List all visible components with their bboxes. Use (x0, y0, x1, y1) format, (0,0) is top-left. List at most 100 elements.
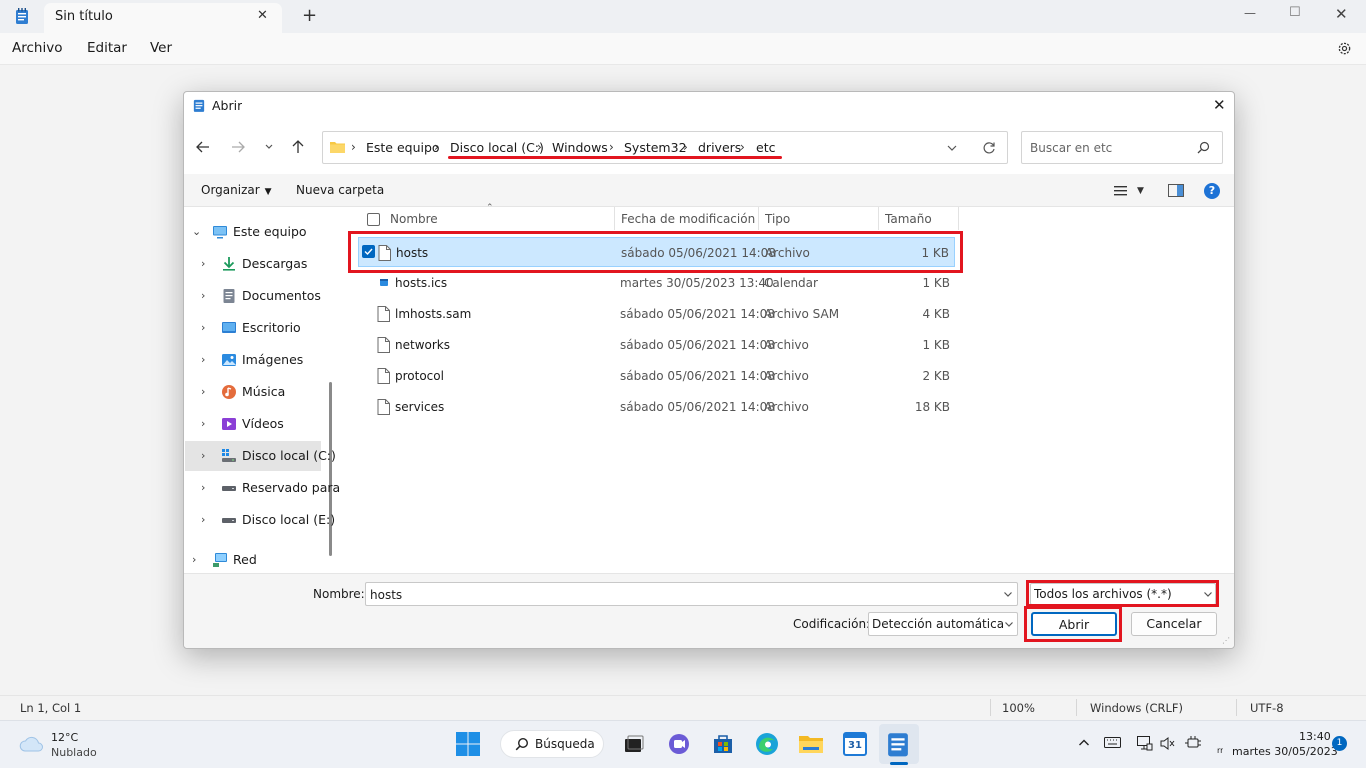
breadcrumb-etc[interactable]: etc (756, 140, 775, 155)
expand-chevron-icon[interactable]: › (201, 257, 205, 270)
organize-button[interactable]: Organizar ▼ (201, 183, 272, 197)
column-header-tipo[interactable]: Tipo (765, 212, 790, 226)
nav-item-documentos[interactable]: › Documentos (185, 281, 321, 311)
address-dropdown-chevron-icon[interactable] (946, 144, 958, 152)
cancel-button[interactable]: Cancelar (1131, 612, 1217, 636)
view-options-icon[interactable] (1114, 185, 1128, 197)
nav-item-este-equipo[interactable]: ⌄ Este equipo (185, 217, 321, 247)
up-arrow-icon[interactable] (290, 139, 306, 155)
clock-date[interactable]: martes 30/05/2023 (1232, 745, 1338, 758)
menu-editar[interactable]: Editar (87, 40, 127, 56)
minimize-button[interactable]: — (1244, 6, 1256, 20)
notepad-taskbar-icon[interactable] (885, 729, 913, 759)
expand-chevron-icon[interactable]: › (201, 289, 205, 302)
edge-browser-icon[interactable] (753, 729, 781, 759)
column-divider[interactable] (958, 207, 959, 230)
file-row-hosts-ics[interactable]: hosts.ics martes 30/05/2023 13:40 Calend… (358, 268, 955, 298)
notepad-running-indicator (890, 762, 908, 765)
show-hidden-icons-chevron-icon[interactable] (1078, 738, 1090, 747)
file-row-services[interactable]: services sábado 05/06/2021 14:08 Archivo… (358, 392, 955, 422)
view-caret-icon[interactable]: ▼ (1137, 186, 1144, 196)
column-divider[interactable] (878, 207, 879, 230)
breadcrumb-drivers[interactable]: drivers (698, 140, 741, 155)
column-header-fecha[interactable]: Fecha de modificación (621, 212, 755, 226)
organize-label: Organizar (201, 183, 260, 197)
help-icon[interactable]: ? (1204, 183, 1220, 199)
column-header-nombre[interactable]: Nombre (390, 212, 438, 226)
notification-badge[interactable]: 1 (1332, 736, 1347, 751)
file-row-protocol[interactable]: protocol sábado 05/06/2021 14:08 Archivo… (358, 361, 955, 391)
weather-cloud-icon[interactable] (18, 734, 46, 754)
microsoft-store-icon[interactable] (709, 729, 737, 759)
breadcrumb-este-equipo[interactable]: Este equipo (366, 140, 440, 155)
nav-item-imagenes[interactable]: › Imágenes (185, 345, 321, 375)
nav-item-red[interactable]: › Red (185, 545, 321, 575)
menu-archivo[interactable]: Archivo (12, 40, 62, 56)
display-icon[interactable] (1137, 736, 1153, 751)
nav-item-videos[interactable]: › Vídeos (185, 409, 321, 439)
expand-chevron-icon[interactable]: ⌄ (192, 225, 201, 238)
weather-desc[interactable]: Nublado (51, 746, 97, 759)
expand-chevron-icon[interactable]: › (201, 481, 205, 494)
new-folder-button[interactable]: Nueva carpeta (296, 183, 384, 197)
keyboard-icon[interactable] (1104, 737, 1121, 748)
navigation-scroll-thumb[interactable] (329, 382, 332, 556)
nav-label: Documentos (242, 288, 321, 303)
menu-ver[interactable]: Ver (150, 40, 172, 56)
breadcrumb-system32[interactable]: System32 (624, 140, 687, 155)
maximize-button[interactable]: ☐ (1289, 5, 1301, 20)
status-position: Ln 1, Col 1 (20, 701, 82, 715)
clock-time[interactable]: 13:40 (1299, 730, 1331, 743)
filename-field[interactable] (365, 582, 1018, 606)
volume-muted-icon[interactable] (1160, 736, 1176, 751)
filename-dropdown-chevron-icon[interactable] (1003, 591, 1013, 598)
expand-chevron-icon[interactable]: › (192, 553, 196, 566)
nav-item-descargas[interactable]: › Descargas (185, 249, 321, 279)
tab-close-icon[interactable]: ✕ (257, 8, 268, 23)
teams-chat-icon[interactable] (665, 729, 693, 759)
breadcrumb-windows[interactable]: Windows (552, 140, 608, 155)
expand-chevron-icon[interactable]: › (201, 353, 205, 366)
clock-date-prefix: rr (1217, 746, 1224, 755)
file-row-lmhosts-sam[interactable]: lmhosts.sam sábado 05/06/2021 14:08 Arch… (358, 299, 955, 329)
recent-locations-chevron-icon[interactable] (264, 143, 274, 151)
forward-arrow-icon[interactable] (230, 139, 246, 155)
select-all-checkbox[interactable] (367, 213, 380, 226)
file-explorer-icon[interactable] (797, 729, 825, 759)
breadcrumb-disco-local-c[interactable]: Disco local (C:) (450, 140, 544, 155)
back-arrow-icon[interactable] (195, 139, 211, 155)
expand-chevron-icon[interactable]: › (201, 321, 205, 334)
expand-chevron-icon[interactable]: › (201, 417, 205, 430)
nav-item-musica[interactable]: › Música (185, 377, 321, 407)
nav-item-disco-local-e[interactable]: › Disco local (E:) (185, 505, 335, 535)
file-icon (377, 337, 390, 353)
desktop-icon (221, 320, 237, 336)
expand-chevron-icon[interactable]: › (201, 513, 205, 526)
settings-gear-icon[interactable] (1337, 41, 1352, 56)
start-button-windows-icon[interactable] (455, 729, 483, 759)
calendar-app-icon[interactable]: 31 (841, 729, 869, 759)
expand-chevron-icon[interactable]: › (201, 385, 205, 398)
search-icon[interactable] (1197, 141, 1210, 154)
expand-chevron-icon[interactable]: › (201, 449, 205, 462)
new-tab-button[interactable]: + (302, 5, 317, 26)
search-magnifier-icon (515, 737, 529, 751)
nav-item-reservado-para[interactable]: › Reservado para (185, 473, 340, 503)
video-icon (221, 416, 237, 432)
task-view-icon[interactable] (620, 729, 648, 759)
dialog-close-icon[interactable]: ✕ (1213, 96, 1226, 114)
column-header-tamano[interactable]: Tamaño (885, 212, 932, 226)
refresh-icon[interactable] (982, 141, 996, 155)
close-button[interactable]: ✕ (1335, 5, 1348, 23)
resize-grip-icon[interactable]: ⋰ (1222, 636, 1230, 645)
encoding-dropdown-chevron-icon[interactable] (1004, 621, 1014, 628)
file-row-networks[interactable]: networks sábado 05/06/2021 14:08 Archivo… (358, 330, 955, 360)
nav-item-escritorio[interactable]: › Escritorio (185, 313, 321, 343)
power-plug-icon[interactable] (1185, 736, 1202, 751)
preview-pane-icon[interactable] (1168, 184, 1184, 197)
nav-item-disco-local-c[interactable]: › Disco local (C:) (185, 441, 336, 471)
column-divider[interactable] (614, 207, 615, 230)
column-divider[interactable] (758, 207, 759, 230)
file-date: sábado 05/06/2021 14:08 (620, 369, 775, 383)
weather-temp[interactable]: 12°C (51, 731, 78, 744)
